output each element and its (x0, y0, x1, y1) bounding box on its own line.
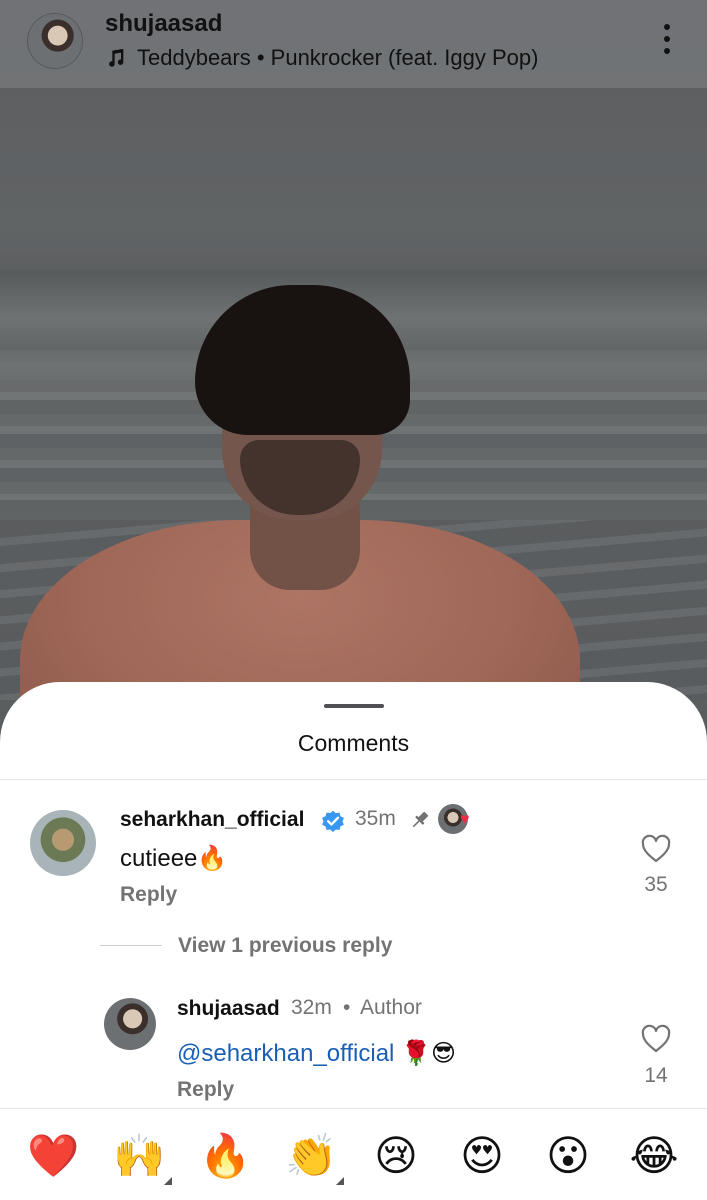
sheet-drag-handle[interactable] (324, 704, 384, 708)
verified-badge-icon (322, 810, 344, 832)
mention-link[interactable]: @seharkhan_official (177, 1040, 394, 1067)
reply-text: @seharkhan_official 🌹😎 (177, 1039, 456, 1068)
author-label: Author (360, 996, 422, 1019)
emoji-crying-face[interactable]: 😢 (371, 1131, 421, 1181)
emoji-fire[interactable]: 🔥 (199, 1131, 251, 1181)
emoji-clapping-hands[interactable]: 👏 (285, 1131, 337, 1181)
skin-tone-indicator-icon (336, 1177, 344, 1185)
heart-outline-icon[interactable] (640, 1024, 672, 1054)
reply-text-rest: 🌹😎 (394, 1040, 456, 1067)
skin-tone-indicator-icon (164, 1177, 172, 1185)
thread-line (100, 945, 162, 946)
sheet-title: Comments (297, 730, 410, 756)
separator-dot: • (343, 996, 351, 1019)
emoji-open-mouth[interactable]: 😮 (543, 1131, 593, 1181)
comment-text: cutieee🔥 (120, 845, 228, 872)
liked-by-author-heart-icon: ♥ (460, 811, 470, 828)
divider (0, 779, 707, 780)
emoji-heart-eyes[interactable]: 😍 (457, 1131, 507, 1181)
comment-time: 35m (355, 807, 396, 830)
music-note-icon (109, 48, 124, 67)
emoji-red-heart[interactable]: ❤️ (27, 1131, 79, 1181)
reply-username[interactable]: shujaasad (177, 997, 280, 1021)
reply-time: 32m (291, 996, 332, 1019)
post-header: shujaasad Teddybears • Punkrocker (feat.… (0, 0, 707, 88)
heart-outline-icon[interactable] (640, 834, 672, 864)
more-vertical-icon[interactable] (655, 24, 679, 58)
emoji-tears-of-joy[interactable]: 😂 (629, 1131, 679, 1181)
pin-icon (412, 811, 429, 828)
avatar[interactable] (27, 13, 83, 69)
song-title[interactable]: Teddybears • Punkrocker (feat. Iggy Pop) (137, 45, 538, 71)
commenter-avatar[interactable] (30, 810, 96, 876)
post-username[interactable]: shujaasad (105, 10, 222, 38)
reply-button[interactable]: Reply (120, 883, 177, 907)
post-photo (0, 0, 707, 760)
comment-username[interactable]: seharkhan_official (120, 808, 304, 832)
reply-avatar[interactable] (104, 998, 156, 1050)
emoji-reaction-bar: ❤️ 🙌 🔥 👏 😢 😍 😮 😂 (0, 1108, 707, 1200)
like-count: 35 (644, 873, 668, 896)
emoji-raising-hands[interactable]: 🙌 (113, 1131, 165, 1181)
view-previous-replies-button[interactable]: View 1 previous reply (178, 934, 392, 958)
like-count: 14 (644, 1064, 668, 1087)
reply-button[interactable]: Reply (177, 1078, 234, 1102)
